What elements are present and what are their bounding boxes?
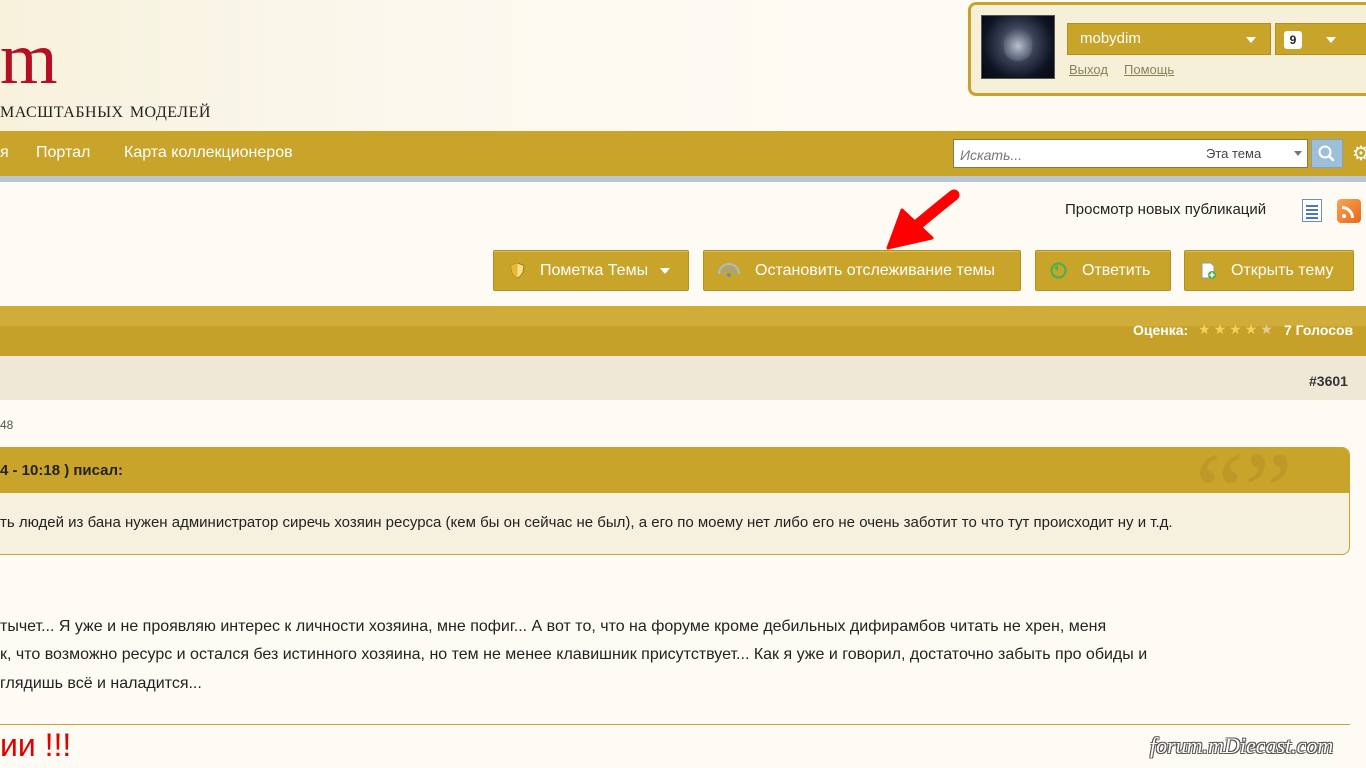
reply-label: Ответить bbox=[1082, 262, 1151, 279]
chevron-down-icon bbox=[660, 268, 670, 274]
logo[interactable]: m bbox=[0, 22, 58, 96]
gear-icon[interactable]: ⚙ bbox=[1352, 141, 1366, 166]
star-icon[interactable]: ★ bbox=[1214, 321, 1230, 337]
new-topic-label: Открыть тему bbox=[1231, 262, 1334, 279]
post-body-line: тычет... Я уже и не проявляю интерес к л… bbox=[0, 618, 1107, 635]
red-arrow-annotation bbox=[886, 189, 960, 250]
post-body-line: к, что возможно ресурс и остался без ист… bbox=[0, 646, 1148, 663]
chevron-down-icon bbox=[1326, 37, 1336, 43]
rating-votes: 7 Голосов bbox=[1284, 322, 1354, 338]
stop-tracking-label: Остановить отслеживание темы bbox=[755, 262, 996, 279]
search-scope-select[interactable]: Эта тема bbox=[1206, 146, 1261, 161]
post-number-link[interactable]: #3601 bbox=[1309, 373, 1348, 389]
avatar[interactable] bbox=[981, 15, 1055, 79]
quote-marks-icon: “” bbox=[1195, 430, 1293, 552]
search-icon bbox=[1318, 145, 1335, 162]
star-icon[interactable]: ★ bbox=[1229, 321, 1245, 337]
rating-stars[interactable]: ★★★★★ bbox=[1198, 321, 1276, 338]
logo-subtitle: масштабных моделей bbox=[0, 97, 211, 122]
quote-block: 4 - 10:18 ) писал: bbox=[0, 447, 1350, 555]
stop-tracking-button[interactable]: Остановить отслеживание темы bbox=[703, 250, 1021, 291]
user-menu-button[interactable]: mobydim bbox=[1067, 23, 1271, 55]
search-box: Эта тема bbox=[953, 139, 1308, 169]
rss-icon[interactable] bbox=[1337, 199, 1361, 223]
nav-item-collectors-map[interactable]: Карта коллекционеров bbox=[124, 144, 293, 162]
chevron-down-icon bbox=[1294, 151, 1302, 156]
post-header bbox=[0, 356, 1366, 400]
document-icon[interactable] bbox=[1302, 199, 1322, 222]
new-topic-button[interactable]: Открыть тему bbox=[1184, 250, 1354, 291]
username: mobydim bbox=[1080, 30, 1141, 47]
mark-topic-label: Пометка Темы bbox=[540, 262, 649, 279]
logout-link[interactable]: Выход bbox=[1069, 62, 1108, 77]
watermark: forum.mDiecast.com bbox=[1150, 733, 1334, 758]
nav-item-portal[interactable]: Портал bbox=[36, 144, 90, 162]
signature-text: ии !!! bbox=[0, 727, 72, 763]
reply-icon bbox=[1050, 262, 1067, 279]
notifications-button[interactable]: 9 bbox=[1275, 23, 1366, 55]
post-date: 48 bbox=[0, 418, 14, 432]
shield-icon bbox=[510, 262, 525, 279]
signature-divider bbox=[0, 724, 1350, 725]
new-document-icon bbox=[1201, 262, 1216, 279]
view-new-content-link[interactable]: Просмотр новых публикаций bbox=[1065, 201, 1266, 218]
reply-button[interactable]: Ответить bbox=[1035, 250, 1171, 291]
star-icon[interactable]: ★ bbox=[1198, 321, 1214, 337]
post-body-line: глядишь всё и наладится... bbox=[0, 675, 202, 692]
nav-divider bbox=[0, 176, 1366, 182]
notification-count-badge: 9 bbox=[1284, 31, 1302, 49]
mark-topic-button[interactable]: Пометка Темы bbox=[493, 250, 689, 291]
rating-label: Оценка: bbox=[1133, 322, 1189, 338]
user-panel: mobydim 9 Выход Помощь bbox=[968, 2, 1366, 96]
chevron-down-icon bbox=[1246, 37, 1256, 43]
help-link[interactable]: Помощь bbox=[1124, 62, 1174, 77]
search-input[interactable] bbox=[954, 140, 1202, 169]
quote-citation: 4 - 10:18 ) писал: bbox=[0, 462, 124, 479]
tracking-signal-icon bbox=[718, 263, 740, 277]
quote-header: 4 - 10:18 ) писал: bbox=[0, 448, 1349, 493]
star-icon[interactable]: ★ bbox=[1260, 321, 1276, 337]
search-button[interactable] bbox=[1311, 139, 1343, 168]
star-icon[interactable]: ★ bbox=[1245, 321, 1261, 337]
nav-item-partial[interactable]: я bbox=[0, 144, 9, 162]
quote-text: ть людей из бана нужен администратор сир… bbox=[0, 514, 1173, 531]
